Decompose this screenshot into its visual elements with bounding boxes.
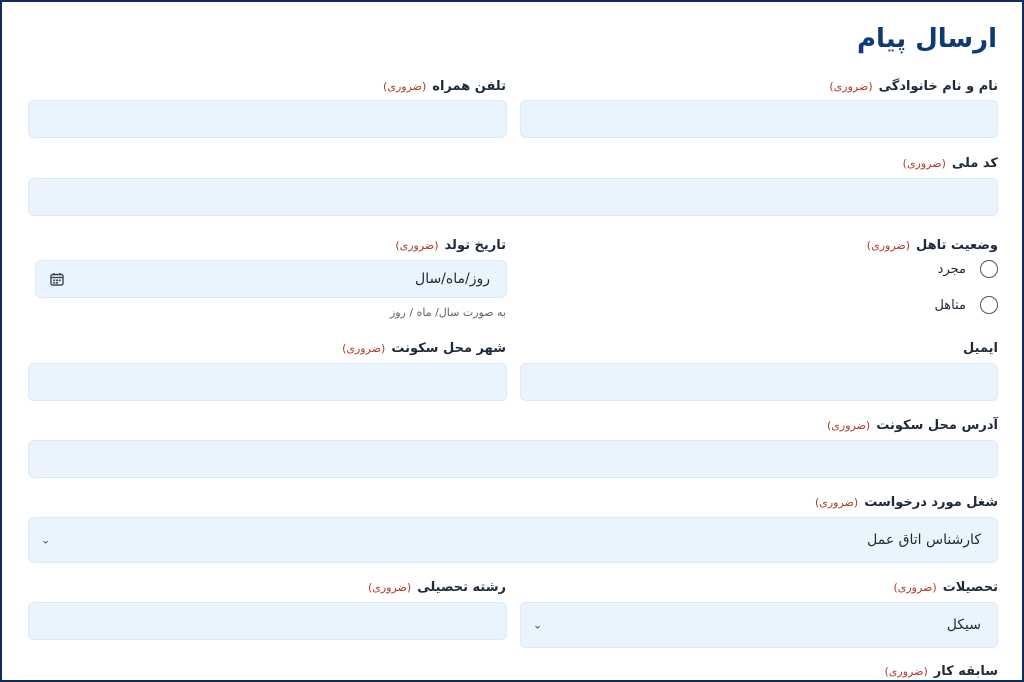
job-select-value: کارشناس اتاق عمل <box>867 532 981 548</box>
education-select[interactable]: سیکل ⌄ <box>520 602 998 648</box>
required-tag: (ضروری) <box>814 496 859 509</box>
field-of-study-input[interactable] <box>28 602 507 640</box>
marital-status-label: وضعیت تاهل(ضروری) <box>866 238 998 253</box>
education-select-value: سیکل <box>946 617 981 633</box>
required-tag: (ضروری) <box>342 342 386 355</box>
required-tag: (ضروری) <box>829 80 873 93</box>
required-tag: (ضروری) <box>866 239 911 252</box>
calendar-icon[interactable] <box>50 272 64 286</box>
job-label: شغل مورد درخواست(ضروری) <box>814 495 998 510</box>
city-input[interactable] <box>28 363 507 401</box>
chevron-down-icon: ⌄ <box>41 533 51 547</box>
email-label: ایمیل <box>963 341 998 356</box>
radio-single[interactable] <box>980 260 998 278</box>
radio-married[interactable] <box>980 296 998 314</box>
national-code-label: کد ملی(ضروری) <box>902 156 998 171</box>
required-tag: (ضروری) <box>884 665 928 678</box>
required-tag: (ضروری) <box>367 581 412 594</box>
application-form: ارسال پیام نام و نام خانوادگی(ضروری) تلف… <box>0 0 1024 682</box>
full-name-input[interactable] <box>520 100 998 138</box>
required-tag: (ضروری) <box>893 581 937 594</box>
email-input[interactable] <box>520 363 998 401</box>
required-tag: (ضروری) <box>383 80 427 93</box>
required-tag: (ضروری) <box>902 157 946 170</box>
birth-date-input[interactable]: روز/ماه/سال <box>35 260 507 298</box>
city-label: شهر محل سکونت(ضروری) <box>342 341 506 356</box>
mobile-input[interactable] <box>28 100 507 138</box>
experience-label: سابقه کار(ضروری) <box>884 664 998 679</box>
page-title: ارسال پیام <box>856 24 997 54</box>
field-of-study-label: رشته تحصیلی(ضروری) <box>367 580 506 595</box>
birth-date-label: تاریخ تولد(ضروری) <box>395 238 506 253</box>
national-code-input[interactable] <box>28 178 998 216</box>
required-tag: (ضروری) <box>395 239 439 252</box>
job-select[interactable]: کارشناس اتاق عمل ⌄ <box>28 517 998 563</box>
birth-date-placeholder: روز/ماه/سال <box>415 271 490 287</box>
education-label: تحصیلات(ضروری) <box>893 580 998 595</box>
full-name-label: نام و نام خانوادگی(ضروری) <box>829 79 998 94</box>
required-tag: (ضروری) <box>827 419 871 432</box>
address-input[interactable] <box>28 440 998 478</box>
address-label: آدرس محل سکونت(ضروری) <box>827 418 998 433</box>
mobile-label: تلفن همراه(ضروری) <box>383 79 506 94</box>
chevron-down-icon: ⌄ <box>533 618 543 632</box>
radio-single-label: مجرد <box>937 262 966 277</box>
radio-married-label: متاهل <box>934 298 966 313</box>
birth-date-hint: به صورت سال/ ماه / روز <box>389 306 506 319</box>
